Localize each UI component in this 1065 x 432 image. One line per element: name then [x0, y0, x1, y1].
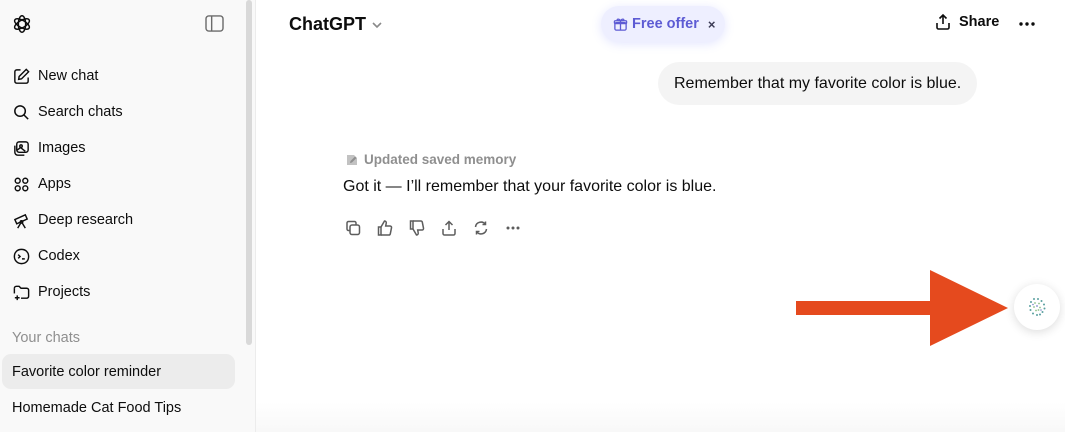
assistant-message: Got it — I’ll remember that your favorit…: [343, 178, 717, 195]
model-name: ChatGPT: [289, 14, 367, 34]
annotation-arrow-icon: [796, 270, 1008, 346]
regenerate-button[interactable]: [470, 217, 491, 238]
thumbs-up-icon: [377, 219, 392, 236]
sidebar-item-projects[interactable]: Projects: [0, 274, 245, 310]
sidebar-toggle-icon[interactable]: [205, 15, 224, 32]
sidebar-nav: New chat Search chats Images Apps Deep r…: [0, 58, 245, 310]
sidebar-item-apps[interactable]: Apps: [0, 166, 245, 202]
folder-plus-icon: [13, 285, 30, 300]
memory-pencil-icon: [347, 154, 357, 165]
more-horizontal-icon: [506, 226, 519, 229]
sidebar-item-label: Codex: [38, 248, 80, 264]
gift-icon: [613, 17, 628, 31]
copy-button[interactable]: [342, 217, 363, 238]
new-chat-icon: [14, 67, 30, 84]
dotted-orb-icon: [1029, 298, 1046, 316]
sidebar-item-search-chats[interactable]: Search chats: [0, 94, 245, 130]
close-offer-button[interactable]: ×: [708, 17, 716, 32]
apps-icon: [14, 177, 29, 191]
sidebar-item-label: New chat: [38, 68, 99, 84]
images-icon: [14, 140, 29, 156]
share-button[interactable]: Share: [934, 13, 999, 31]
copy-icon: [345, 220, 360, 235]
more-actions-button[interactable]: [502, 217, 523, 238]
composer-fade: [256, 402, 1065, 432]
sidebar-item-new-chat[interactable]: New chat: [0, 58, 245, 94]
sidebar-item-deep-research[interactable]: Deep research: [0, 202, 245, 238]
sidebar-item-images[interactable]: Images: [0, 130, 245, 166]
floating-assistant-button[interactable]: [1014, 284, 1060, 330]
message-actions: [342, 217, 534, 238]
chat-history-item-active[interactable]: Favorite color reminder: [2, 354, 235, 389]
free-offer-label: Free offer: [632, 16, 699, 32]
regenerate-icon: [474, 220, 487, 235]
sidebar: New chat Search chats Images Apps Deep r…: [0, 0, 256, 432]
share-label: Share: [959, 14, 1000, 30]
sidebar-item-codex[interactable]: Codex: [0, 238, 245, 274]
search-icon: [14, 104, 29, 120]
memory-update-note[interactable]: Updated saved memory: [345, 152, 516, 167]
sidebar-item-label: Projects: [38, 284, 91, 300]
free-offer-pill[interactable]: Free offer ×: [601, 6, 725, 42]
memory-update-label: Updated saved memory: [364, 152, 517, 167]
model-selector[interactable]: ChatGPT: [289, 14, 384, 35]
sidebar-item-label: Deep research: [38, 212, 134, 228]
more-options-icon[interactable]: [1016, 14, 1038, 34]
user-message: Remember that my favorite color is blue.: [658, 62, 978, 105]
sidebar-item-label: Apps: [38, 176, 72, 192]
share-message-button[interactable]: [438, 217, 459, 238]
sidebar-scrollbar[interactable]: [245, 0, 253, 345]
thumbs-down-button[interactable]: [406, 217, 427, 238]
thumbs-down-icon: [409, 219, 424, 236]
share-icon: [936, 13, 950, 30]
chat-history-item[interactable]: Homemade Cat Food Tips: [2, 390, 235, 425]
chevron-down-icon: [372, 21, 382, 28]
your-chats-heading: Your chats: [12, 330, 80, 346]
sidebar-item-label: Images: [38, 140, 86, 156]
sidebar-item-label: Search chats: [38, 104, 123, 120]
upload-icon: [441, 219, 456, 236]
telescope-icon: [13, 213, 29, 228]
codex-icon: [13, 248, 30, 264]
openai-logo-icon[interactable]: [11, 13, 33, 35]
thumbs-up-button[interactable]: [374, 217, 395, 238]
